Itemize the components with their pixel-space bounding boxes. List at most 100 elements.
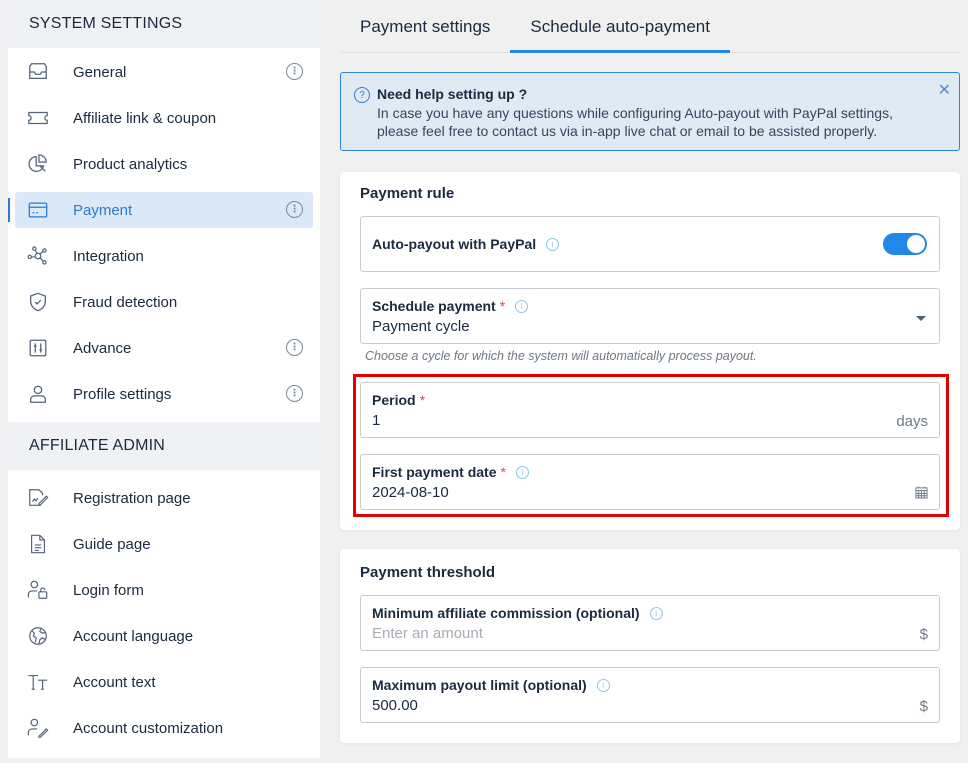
- sidebar-item-label: Profile settings: [73, 385, 172, 403]
- min-commission-field: Minimum affiliate commission (optional) …: [360, 595, 940, 651]
- first-payment-date-label-text: First payment date: [372, 464, 497, 480]
- document-icon: [25, 533, 51, 555]
- sidebar-item-general[interactable]: General ⋮: [15, 54, 313, 90]
- sidebar-item-advance[interactable]: Advance ⋮: [15, 330, 313, 366]
- info-icon[interactable]: i: [515, 299, 529, 313]
- sidebar-item-fraud-detection[interactable]: Fraud detection: [15, 284, 313, 320]
- auto-payout-label: Auto-payout with PayPal i: [372, 236, 560, 252]
- main-content: Payment settings Schedule auto-payment ?…: [340, 0, 960, 743]
- period-field: Period * days: [360, 382, 940, 438]
- affiliate-admin-nav: Registration page Guide page Login form …: [8, 470, 320, 746]
- required-mark: *: [419, 392, 426, 408]
- period-suffix: days: [896, 413, 928, 430]
- sidebar-item-label: Registration page: [73, 489, 191, 507]
- settings-tabs: Payment settings Schedule auto-payment: [340, 0, 960, 53]
- schedule-payment-label-text: Schedule payment: [372, 298, 496, 314]
- sidebar-item-label: Account text: [73, 673, 156, 691]
- sidebar-item-affiliate-link-coupon[interactable]: Affiliate link & coupon: [15, 100, 313, 136]
- sidebar-item-product-analytics[interactable]: Product analytics: [15, 146, 313, 182]
- sidebar-item-payment[interactable]: Payment ⋮: [8, 192, 313, 228]
- info-icon[interactable]: i: [596, 678, 610, 692]
- sidebar-item-label: Login form: [73, 581, 144, 599]
- settings-sidebar: SYSTEM SETTINGS General ⋮ Affiliate link…: [8, 0, 320, 758]
- payment-threshold-card: Payment threshold Minimum affiliate comm…: [340, 549, 960, 743]
- sidebar-item-label: Advance: [73, 339, 132, 357]
- required-mark: *: [499, 298, 506, 314]
- sidebar-item-label: Account language: [73, 627, 194, 645]
- schedule-payment-label: Schedule payment * i: [372, 298, 529, 314]
- credit-card-icon: [25, 199, 51, 221]
- payment-rule-card: Payment rule Auto-payout with PayPal i S…: [340, 172, 960, 530]
- sidebar-item-label: Integration: [73, 247, 144, 265]
- first-payment-date-label: First payment date * i: [372, 464, 529, 480]
- auto-payout-field: Auto-payout with PayPal i: [360, 216, 940, 272]
- sidebar-item-label: Product analytics: [73, 155, 188, 173]
- tab-payment-settings[interactable]: Payment settings: [340, 0, 510, 53]
- sliders-icon: [25, 337, 51, 359]
- schedule-payment-select[interactable]: Schedule payment * i Payment cycle: [360, 288, 940, 344]
- sidebar-item-profile-settings[interactable]: Profile settings ⋮: [15, 376, 313, 412]
- max-payout-field: Maximum payout limit (optional) i $: [360, 667, 940, 723]
- close-icon[interactable]: ✕: [938, 80, 951, 100]
- tab-schedule-auto-payment[interactable]: Schedule auto-payment: [510, 0, 730, 53]
- auto-payout-label-text: Auto-payout with PayPal: [372, 236, 537, 252]
- currency-suffix: $: [919, 626, 928, 643]
- inbox-tray-icon: [25, 61, 51, 83]
- info-icon[interactable]: i: [515, 465, 529, 479]
- sidebar-item-registration-page[interactable]: Registration page: [15, 480, 313, 516]
- max-payout-label-text: Maximum payout limit (optional): [372, 677, 587, 693]
- min-commission-label-text: Minimum affiliate commission (optional): [372, 605, 640, 621]
- schedule-payment-value: Payment cycle: [372, 318, 470, 335]
- payment-rule-title: Payment rule: [360, 185, 455, 202]
- user-icon: [25, 383, 51, 405]
- payment-threshold-title: Payment threshold: [360, 564, 496, 581]
- sidebar-item-integration[interactable]: Integration: [15, 238, 313, 274]
- max-payout-input[interactable]: [372, 697, 852, 714]
- period-label: Period *: [372, 392, 425, 408]
- alert-title: Need help setting up ?: [377, 86, 528, 102]
- sidebar-item-label: Fraud detection: [73, 293, 178, 311]
- ticket-icon: [25, 107, 51, 129]
- min-commission-label: Minimum affiliate commission (optional) …: [372, 605, 663, 621]
- sidebar-item-label: Payment: [73, 201, 133, 219]
- max-payout-label: Maximum payout limit (optional) i: [372, 677, 610, 693]
- alert-body: In case you have any questions while con…: [377, 105, 893, 139]
- calendar-icon[interactable]: [915, 486, 928, 499]
- help-alert: ? Need help setting up ? In case you hav…: [340, 72, 960, 151]
- sidebar-item-label: General: [73, 63, 127, 81]
- sidebar-item-label: Affiliate link & coupon: [73, 109, 217, 127]
- pie-chart-icon: [25, 153, 51, 175]
- affiliate-admin-heading: AFFILIATE ADMIN: [8, 422, 320, 470]
- required-mark: *: [500, 464, 506, 480]
- info-icon[interactable]: ⋮: [286, 201, 303, 218]
- sidebar-item-account-language[interactable]: Account language: [15, 618, 313, 654]
- period-input[interactable]: [372, 412, 852, 429]
- globe-icon: [25, 625, 51, 647]
- info-icon[interactable]: ⋮: [286, 385, 303, 402]
- sidebar-item-account-customization[interactable]: Account customization: [15, 710, 313, 746]
- currency-suffix: $: [919, 698, 928, 715]
- system-settings-heading: SYSTEM SETTINGS: [8, 0, 320, 48]
- auto-payout-toggle[interactable]: [883, 233, 927, 255]
- first-payment-date-input[interactable]: [372, 484, 852, 501]
- info-icon[interactable]: i: [649, 606, 663, 620]
- sidebar-item-label: Guide page: [73, 535, 151, 553]
- sidebar-item-account-text[interactable]: Account text: [15, 664, 313, 700]
- chevron-down-icon[interactable]: [916, 316, 926, 321]
- info-icon[interactable]: ⋮: [286, 63, 303, 80]
- network-nodes-icon: [25, 245, 51, 267]
- text-size-icon: [25, 671, 51, 693]
- schedule-payment-hint: Choose a cycle for which the system will…: [365, 349, 757, 363]
- question-circle-icon: ?: [354, 87, 370, 103]
- period-label-text: Period: [372, 392, 416, 408]
- system-settings-nav: General ⋮ Affiliate link & coupon Produc…: [8, 48, 320, 412]
- user-edit-icon: [25, 717, 51, 739]
- info-icon[interactable]: ⋮: [286, 339, 303, 356]
- user-lock-icon: [25, 579, 51, 601]
- sidebar-item-guide-page[interactable]: Guide page: [15, 526, 313, 562]
- first-payment-date-field: First payment date * i: [360, 454, 940, 510]
- sidebar-item-login-form[interactable]: Login form: [15, 572, 313, 608]
- document-edit-icon: [25, 487, 51, 509]
- info-icon[interactable]: i: [546, 237, 560, 251]
- min-commission-input[interactable]: [372, 625, 852, 642]
